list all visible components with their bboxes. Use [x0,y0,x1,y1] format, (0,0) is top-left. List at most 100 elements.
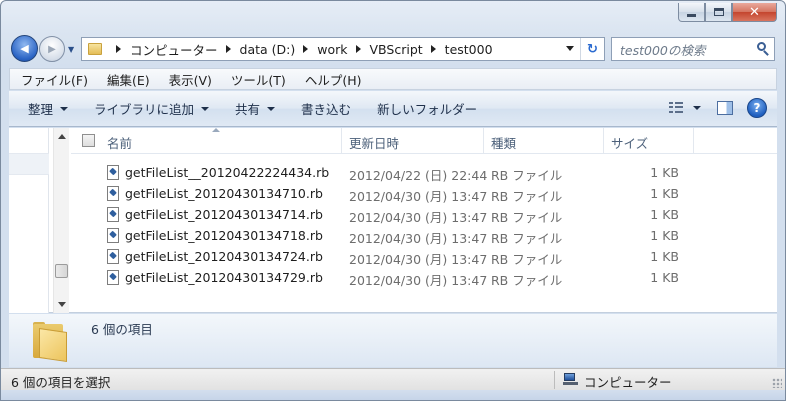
burn-button[interactable]: 書き込む [285,99,361,118]
maximize-button[interactable] [705,3,732,22]
organize-button[interactable]: 整理 [9,99,78,118]
column-divider[interactable] [693,128,694,153]
recent-pages-dropdown[interactable]: ▼ [68,45,77,54]
file-date: 2012/04/30 (月) 13:47 [349,273,488,288]
resize-grip[interactable] [772,378,782,388]
file-date: 2012/04/30 (月) 13:47 [349,189,488,204]
search-input[interactable]: test000の検索 [612,40,752,59]
search-box[interactable]: test000の検索 [611,37,775,61]
scroll-thumb[interactable] [55,264,68,278]
chevron-down-icon [267,106,276,111]
burn-label: 書き込む [301,102,352,117]
menu-tools[interactable]: ツール(T) [220,70,294,89]
column-header: 名前 更新日時 種類 サイズ [71,128,777,154]
breadcrumb-separator-icon[interactable] [355,45,361,53]
new-folder-button[interactable]: 新しいフォルダー [361,99,487,118]
search-icon[interactable] [752,38,774,60]
ruby-file-icon [107,165,119,180]
close-button[interactable]: ✕ [732,3,777,22]
column-divider[interactable] [483,128,484,153]
ruby-file-icon [107,249,119,264]
file-row[interactable]: getFileList_20120430134724.rb 2012/04/30… [71,246,777,267]
content-area: 名前 更新日時 種類 サイズ getFileList__201204222244… [9,128,777,313]
add-to-library-label: ライブラリに追加 [94,102,195,117]
breadcrumb-computer[interactable]: コンピューター [130,40,218,59]
file-row[interactable]: getFileList_20120430134718.rb 2012/04/30… [71,225,777,246]
preview-pane-icon[interactable] [717,101,733,115]
navigation-pane-scrollbar[interactable] [53,128,69,313]
file-row[interactable]: getFileList__20120422224434.rb 2012/04/2… [71,162,777,183]
file-type: RB ファイル [491,168,563,183]
file-size: 1 KB [650,186,679,201]
window-bottom-frame [1,390,785,400]
breadcrumb-work[interactable]: work [317,42,347,57]
minimize-button[interactable] [678,3,705,22]
menu-view[interactable]: 表示(V) [158,70,220,89]
address-history-dropdown[interactable] [566,46,574,51]
breadcrumb-separator-icon[interactable] [430,45,436,53]
file-list: 名前 更新日時 種類 サイズ getFileList__201204222244… [71,128,777,313]
refresh-icon: ↻ [587,41,598,57]
refresh-button[interactable]: ↻ [580,38,604,60]
file-date: 2012/04/30 (月) 13:47 [349,252,488,267]
folder-icon [88,43,102,55]
ruby-file-icon [107,270,119,285]
chevron-down-icon [60,106,69,111]
details-pane: 6 個の項目 [9,314,777,367]
change-view-icon[interactable] [669,102,683,114]
share-button[interactable]: 共有 [219,99,285,118]
select-all-checkbox[interactable] [82,134,95,147]
scroll-up-icon[interactable] [58,134,66,139]
file-type: RB ファイル [491,273,563,288]
file-row[interactable]: getFileList_20120430134710.rb 2012/04/30… [71,183,777,204]
forward-arrow-icon: ▶ [48,43,56,55]
help-icon[interactable]: ? [747,98,767,118]
menu-file[interactable]: ファイル(F) [10,70,96,89]
menu-edit[interactable]: 編集(E) [96,70,158,89]
menu-help[interactable]: ヘルプ(H) [294,70,370,89]
selection-status: 6 個の項目を選択 [11,375,111,390]
navigation-bar: ◀ ▶ ▼ コンピューター data (D:) work VBScript te… [1,32,785,66]
file-row[interactable]: getFileList_20120430134729.rb 2012/04/30… [71,267,777,288]
breadcrumb-separator-icon[interactable] [225,45,231,53]
column-type[interactable]: 種類 [491,133,516,152]
column-size[interactable]: サイズ [611,133,648,152]
file-size: 1 KB [650,228,679,243]
column-date[interactable]: 更新日時 [349,133,399,152]
file-name: getFileList_20120430134724.rb [125,249,323,264]
caption-buttons: ✕ [678,3,777,23]
file-size: 1 KB [650,165,679,180]
help-glyph: ? [753,101,761,115]
back-arrow-icon: ◀ [20,42,29,55]
file-size: 1 KB [650,249,679,264]
file-date: 2012/04/22 (日) 22:44 [349,168,488,183]
back-button[interactable]: ◀ [11,35,38,62]
add-to-library-button[interactable]: ライブラリに追加 [78,99,219,118]
folder-icon [31,322,67,362]
ruby-file-icon [107,228,119,243]
close-icon: ✕ [749,4,760,20]
column-divider[interactable] [603,128,604,153]
forward-button[interactable]: ▶ [39,36,65,62]
address-bar[interactable]: コンピューター data (D:) work VBScript test000 … [81,37,605,61]
breadcrumb-test000[interactable]: test000 [445,42,493,57]
column-divider[interactable] [341,128,342,153]
column-name[interactable]: 名前 [107,133,132,152]
sort-ascending-icon [212,128,220,132]
organize-label: 整理 [28,102,54,117]
view-options-dropdown[interactable] [693,106,701,110]
command-bar: 整理 ライブラリに追加 共有 書き込む 新しいフォルダー ? [9,91,777,127]
breadcrumb-separator-icon[interactable] [303,45,309,53]
scroll-down-icon[interactable] [58,302,66,307]
file-name: getFileList__20120422224434.rb [125,165,330,180]
status-divider [554,371,555,389]
breadcrumb-drive[interactable]: data (D:) [240,42,296,57]
file-row[interactable]: getFileList_20120430134714.rb 2012/04/30… [71,204,777,225]
breadcrumb-vbscript[interactable]: VBScript [370,42,423,57]
view-controls: ? [669,98,767,118]
file-name: getFileList_20120430134718.rb [125,228,323,243]
file-size: 1 KB [650,207,679,222]
navigation-pane-item[interactable] [9,153,49,175]
chevron-down-icon [201,106,210,111]
breadcrumb-separator-icon[interactable] [116,45,121,53]
